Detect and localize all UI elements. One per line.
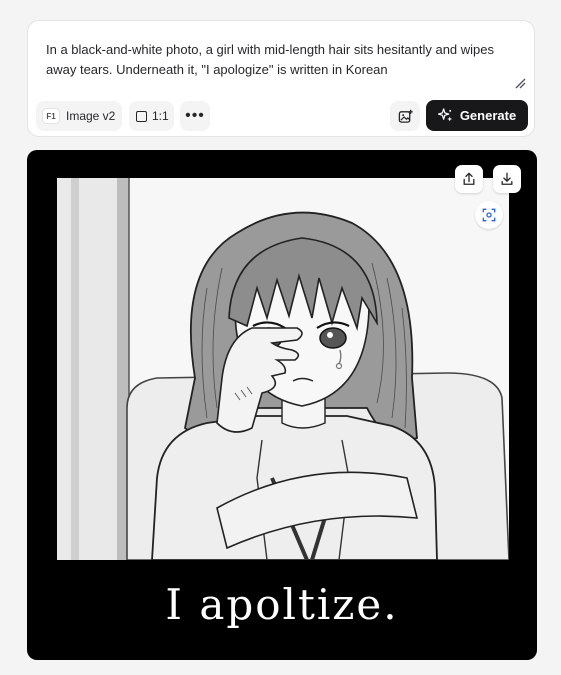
- add-image-button[interactable]: [390, 101, 420, 131]
- resize-handle-icon[interactable]: [514, 77, 526, 89]
- more-icon: •••: [185, 107, 205, 124]
- aspect-ratio-label: 1:1: [152, 109, 169, 123]
- more-options-button[interactable]: •••: [180, 101, 210, 131]
- prompt-input[interactable]: In a black-and-white photo, a girl with …: [46, 40, 506, 80]
- generated-image-illustration: [57, 178, 509, 560]
- scan-button[interactable]: [475, 201, 503, 229]
- share-icon: [463, 172, 475, 185]
- generated-image-card[interactable]: I apoltize.: [27, 150, 537, 660]
- share-button[interactable]: [455, 165, 483, 193]
- image-add-icon: [398, 109, 413, 123]
- download-icon: [501, 172, 513, 185]
- aspect-ratio-button[interactable]: 1:1: [129, 101, 174, 131]
- model-badge: F1: [42, 108, 60, 124]
- square-ratio-icon: [136, 110, 147, 122]
- generate-button[interactable]: Generate: [426, 100, 528, 131]
- model-selector-button[interactable]: F1 Image v2: [36, 101, 122, 131]
- model-label: Image v2: [66, 109, 116, 123]
- download-button[interactable]: [493, 165, 521, 193]
- generate-label: Generate: [459, 108, 517, 123]
- sparkle-icon: [437, 108, 453, 122]
- prompt-card: In a black-and-white photo, a girl with …: [27, 20, 535, 137]
- scan-icon: [482, 208, 496, 222]
- image-caption-text: I apoltize.: [165, 580, 399, 629]
